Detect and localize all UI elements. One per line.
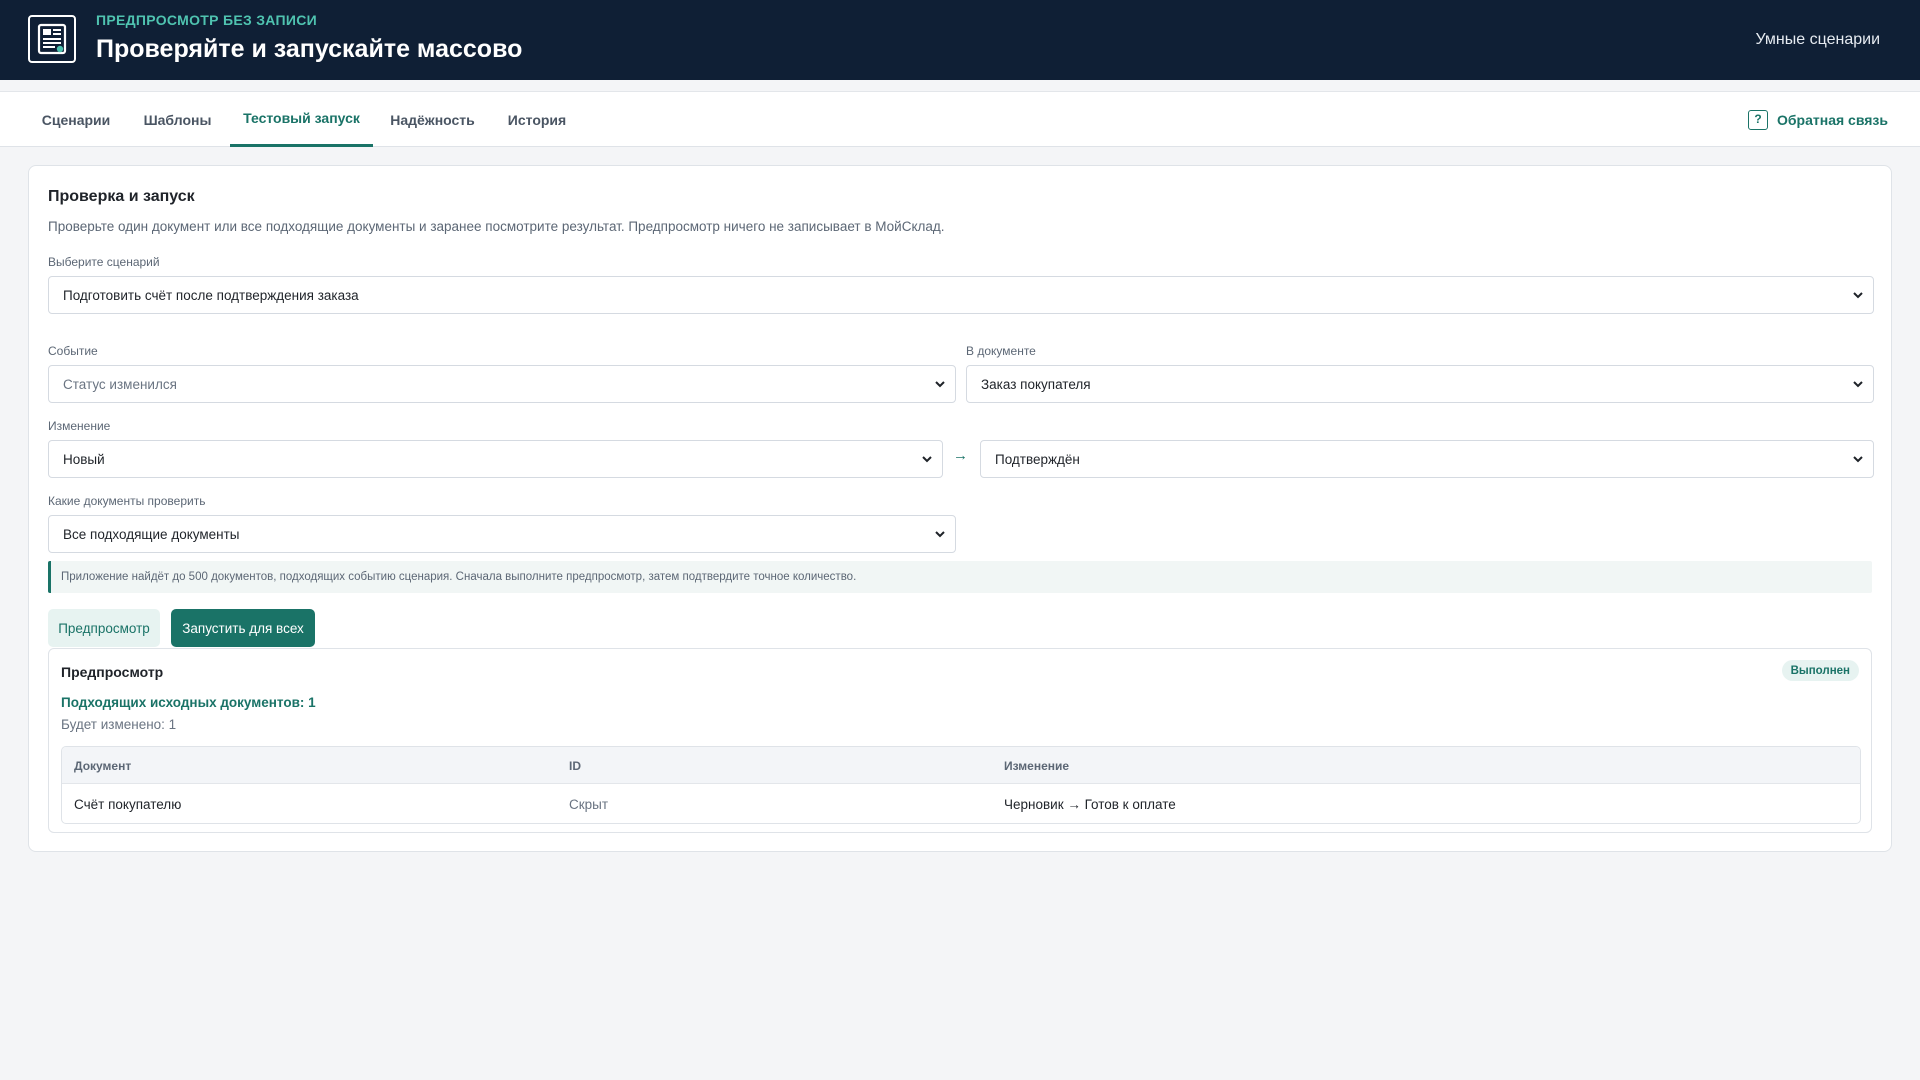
cell-id: Скрыт <box>569 797 609 812</box>
feedback-label: Обратная связь <box>1777 111 1888 128</box>
event-label: Событие <box>48 344 98 358</box>
arrow-right-icon: → <box>953 447 968 464</box>
column-header-change: Изменение <box>1004 759 1070 773</box>
feedback-link[interactable]: ? Обратная связь <box>1748 92 1888 147</box>
preview-title: Предпросмотр <box>61 664 164 680</box>
scenario-label: Выберите сценарий <box>48 255 160 269</box>
event-select-value: Статус изменился <box>63 376 177 392</box>
event-select[interactable]: Статус изменился <box>48 365 956 403</box>
document-select-value: Заказ покупателя <box>981 376 1091 392</box>
cell-change: Черновик → Готов к оплате <box>1004 797 1176 812</box>
scenario-select-value: Подготовить счёт после подтверждения зак… <box>63 287 359 303</box>
column-header-id: ID <box>569 759 581 773</box>
chevron-down-icon <box>935 381 945 388</box>
chevron-down-icon <box>1853 381 1863 388</box>
table-row: Счёт покупателю Скрыт Черновик → Готов к… <box>62 784 1860 823</box>
page-title: Проверяйте и запускайте массово <box>96 35 523 63</box>
change-from-value: Новый <box>63 451 105 467</box>
chevron-down-icon <box>1853 456 1863 463</box>
tab-reliability[interactable]: Надёжность <box>379 92 486 147</box>
check-and-run-card: Проверка и запуск Проверьте один докумен… <box>28 165 1892 852</box>
tab-templates[interactable]: Шаблоны <box>130 92 225 147</box>
app-name: Умные сценарии <box>1755 31 1880 48</box>
scenario-select[interactable]: Подготовить счёт после подтверждения зак… <box>48 276 1874 314</box>
preview-panel: Предпросмотр Выполнен Подходящих исходны… <box>48 648 1872 833</box>
app-header: ПРЕДПРОСМОТР БЕЗ ЗАПИСИ Проверяйте и зап… <box>0 0 1920 80</box>
run-for-all-button[interactable]: Запустить для всех <box>171 609 315 647</box>
status-badge: Выполнен <box>1781 660 1859 681</box>
change-to-value: Подтверждён <box>995 451 1080 467</box>
tab-test-run[interactable]: Тестовый запуск <box>230 92 373 147</box>
table-header: Документ ID Изменение <box>62 747 1860 784</box>
tab-bar: Сценарии Шаблоны Тестовый запуск Надёжно… <box>0 91 1920 147</box>
header-kicker: ПРЕДПРОСМОТР БЕЗ ЗАПИСИ <box>96 12 318 28</box>
document-select[interactable]: Заказ покупателя <box>966 365 1874 403</box>
tab-scenarios[interactable]: Сценарии <box>28 92 124 147</box>
change-to-select[interactable]: Подтверждён <box>980 440 1874 478</box>
chevron-down-icon <box>922 456 932 463</box>
card-subtitle: Проверьте один документ или все подходящ… <box>48 219 945 234</box>
cell-document: Счёт покупателю <box>74 797 182 812</box>
tab-history[interactable]: История <box>494 92 580 147</box>
chevron-down-icon <box>935 531 945 538</box>
preview-table: Документ ID Изменение Счёт покупателю Ск… <box>61 746 1861 824</box>
info-note: Приложение найдёт до 500 документов, под… <box>48 561 1872 593</box>
docs-label: Какие документы проверить <box>48 494 206 508</box>
chevron-down-icon <box>1853 292 1863 299</box>
will-change-count: Будет изменено: 1 <box>61 717 177 732</box>
preview-button[interactable]: Предпросмотр <box>48 609 160 647</box>
column-header-document: Документ <box>74 759 132 773</box>
docs-select[interactable]: Все подходящие документы <box>48 515 956 553</box>
card-title: Проверка и запуск <box>48 188 195 205</box>
document-stack-icon <box>28 15 76 63</box>
docs-select-value: Все подходящие документы <box>63 526 240 542</box>
question-icon: ? <box>1748 109 1769 130</box>
matches-count: Подходящих исходных документов: 1 <box>61 695 316 710</box>
change-label: Изменение <box>48 419 111 433</box>
document-label: В документе <box>966 344 1036 358</box>
change-from-select[interactable]: Новый <box>48 440 943 478</box>
